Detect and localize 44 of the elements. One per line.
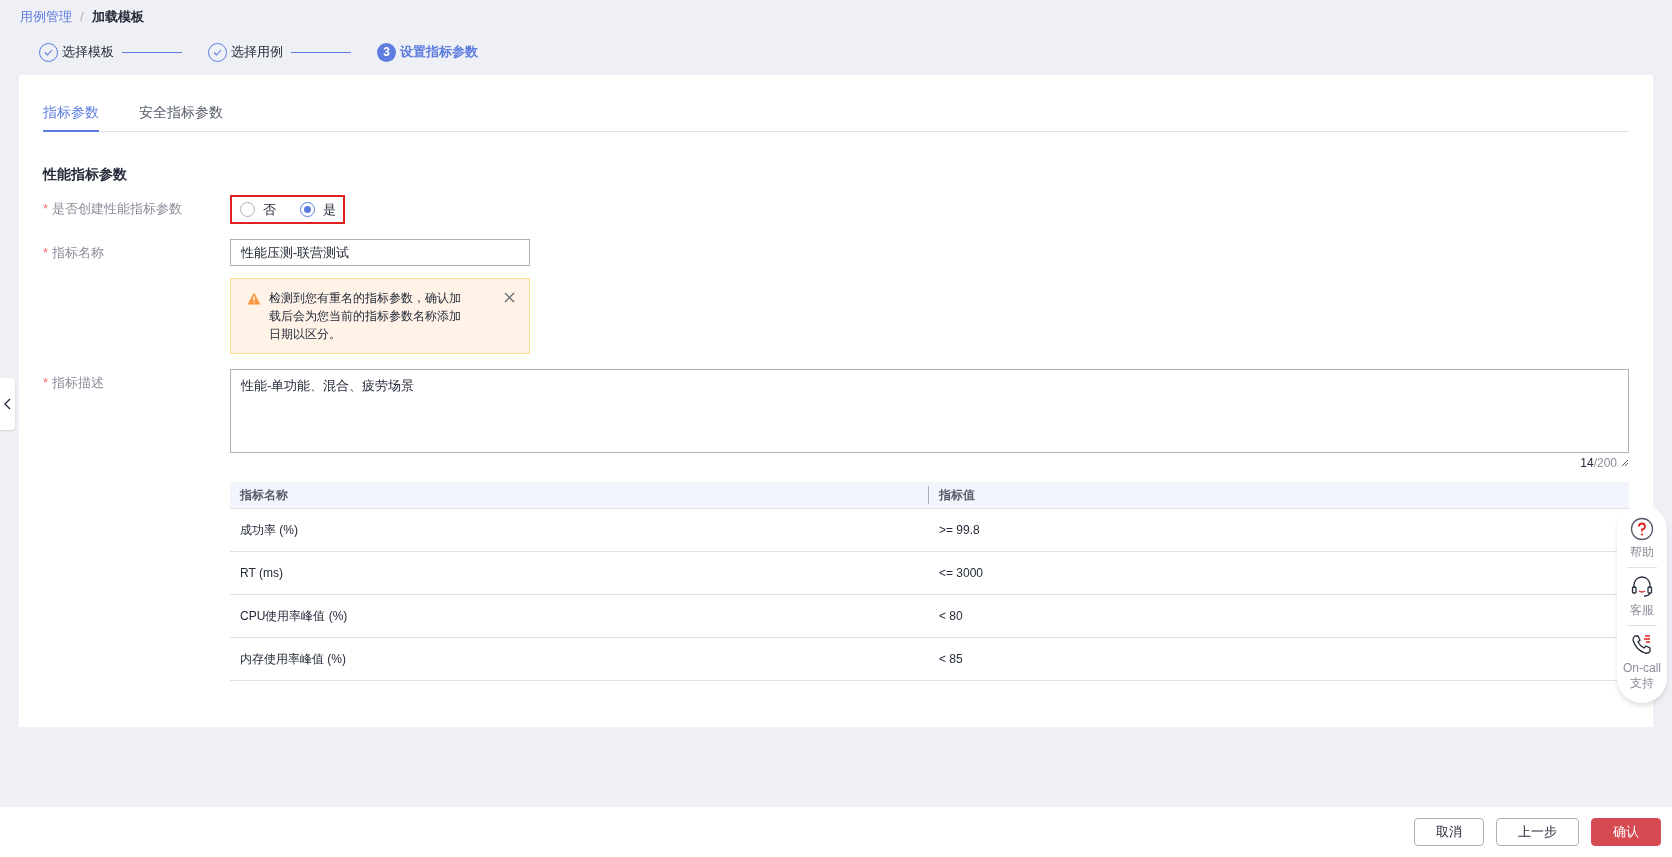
table-cell-text: < 80 (938, 608, 964, 625)
oncall-icon (1630, 633, 1654, 657)
table-cell-text: 内存使用率峰值 (%) (239, 651, 347, 668)
step-label: 选择模板 (62, 43, 114, 62)
required-mark: * (43, 200, 49, 218)
step-label: 选择用例 (231, 43, 283, 62)
column-header: 指标值 (928, 486, 1629, 504)
column-header: 指标名称 (239, 487, 289, 504)
breadcrumb-current: 加载模板 (91, 8, 144, 27)
footer-button[interactable]: 取消 (1414, 818, 1484, 846)
tab[interactable]: 安全指标参数 (139, 95, 223, 132)
table-cell-text: CPU使用率峰值 (%) (239, 608, 349, 625)
table-cell-text: 成功率 (%) (239, 522, 299, 539)
help-icon (1630, 517, 1654, 541)
required-mark: * (43, 244, 49, 262)
float-menu-item[interactable]: 帮助 (1620, 517, 1664, 560)
breadcrumb-separator: / (80, 8, 84, 27)
float-menu-item[interactable]: On-call 支持 (1620, 633, 1664, 691)
collapse-handle[interactable] (0, 378, 15, 430)
table-cell-text: >= 99.8 (938, 522, 981, 539)
close-icon[interactable] (504, 292, 515, 303)
warning-icon (247, 292, 261, 305)
step-number: 3 (377, 42, 396, 62)
warning-text: 检测到您有重名的指标参数，确认加载后会为您当前的指标参数名称添加日期以区分。 (269, 290, 462, 343)
footer-button[interactable]: 上一步 (1496, 818, 1579, 846)
required-mark: * (43, 374, 49, 392)
radio-option[interactable]: 是 (300, 199, 336, 220)
step-label: 设置指标参数 (400, 43, 478, 62)
field-label: 指标名称 (52, 244, 105, 262)
footer-button[interactable]: 确认 (1591, 818, 1661, 846)
float-menu-item[interactable]: 客服 (1620, 575, 1664, 618)
resize-icon (1621, 459, 1629, 467)
breadcrumb-link[interactable]: 用例管理 (20, 7, 72, 27)
table-cell-text: RT (ms) (239, 565, 284, 582)
field-label: 是否创建性能指标参数 (52, 200, 183, 218)
section-title: 性能指标参数 (43, 165, 128, 184)
character-counter: 14/200 (1580, 455, 1617, 472)
table-cell-text: <= 3000 (938, 565, 985, 582)
description-textarea[interactable]: 性能-单功能、混合、疲劳场景 (230, 369, 1629, 453)
name-input[interactable]: 性能压测-联营测试 (230, 239, 530, 266)
field-label: 指标描述 (52, 374, 105, 392)
tab[interactable]: 指标参数 (43, 95, 99, 132)
radio-option[interactable]: 否 (240, 199, 276, 220)
service-icon (1630, 575, 1654, 599)
